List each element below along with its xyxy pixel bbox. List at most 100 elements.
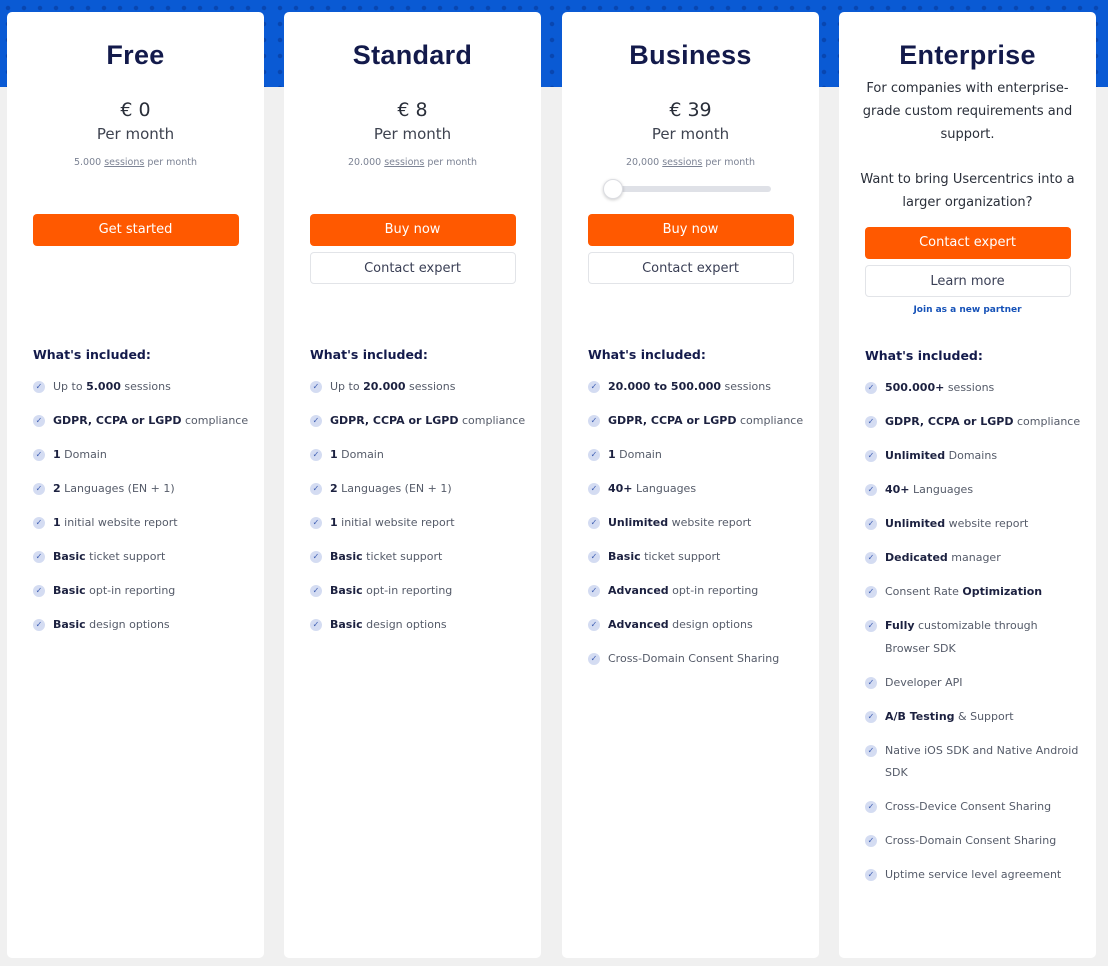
feature-text: 40+ Languages: [885, 479, 973, 502]
feature-item: ✓ 1 initial website report: [310, 512, 529, 535]
secondary-button[interactable]: Learn more: [864, 265, 1071, 297]
feature-text: Dedicated manager: [885, 547, 1001, 570]
sessions-link[interactable]: sessions: [104, 157, 144, 168]
feature-text: 1 Domain: [608, 444, 662, 467]
feature-text: Cross-Domain Consent Sharing: [885, 830, 1056, 853]
feature-item: ✓ Advanced design options: [588, 614, 807, 637]
secondary-button[interactable]: Contact expert: [587, 252, 794, 284]
feature-text: GDPR, CCPA or LGPD compliance: [330, 410, 525, 433]
check-icon: ✓: [588, 619, 600, 631]
check-icon: ✓: [588, 517, 600, 529]
sessions-link[interactable]: sessions: [384, 157, 424, 168]
feature-text: GDPR, CCPA or LGPD compliance: [885, 411, 1080, 434]
feature-segment: website report: [945, 517, 1029, 530]
feature-segment: Unlimited: [885, 449, 946, 462]
feature-segment: compliance: [458, 414, 526, 427]
features-list: What's included: ✓ 500.000+ sessions ✓ GDPR,…: [865, 348, 1084, 898]
feature-segment: Languages (EN + 1): [60, 482, 175, 495]
feature-segment: Basic: [608, 550, 641, 563]
features-heading: What's included:: [865, 348, 983, 363]
feature-segment: Advanced: [608, 584, 669, 597]
feature-item: ✓ Basic design options: [310, 614, 529, 637]
feature-item: ✓ 2 Languages (EN + 1): [33, 478, 252, 501]
check-icon: ✓: [865, 835, 877, 847]
secondary-button[interactable]: Contact expert: [309, 252, 516, 284]
primary-button[interactable]: Buy now: [309, 214, 516, 246]
feature-segment: Basic: [53, 550, 86, 563]
feature-item: ✓ 1 Domain: [588, 444, 807, 467]
feature-text: Cross-Device Consent Sharing: [885, 796, 1051, 819]
plan-card-free: Free € 0 Per month 5.000 sessions per mon…: [7, 12, 264, 958]
partner-link[interactable]: Join as a new partner: [839, 305, 1096, 315]
feature-item: ✓ 20.000 to 500.000 sessions: [588, 376, 807, 399]
feature-segment: A/B Testing: [885, 709, 955, 723]
feature-text: Native iOS SDK and Native Android SDK: [885, 740, 1084, 785]
sessions-count: 20,000: [625, 157, 660, 168]
check-icon: ✓: [865, 552, 877, 564]
plan-price: € 8: [397, 99, 428, 121]
feature-segment: Domain: [337, 448, 384, 461]
feature-item: ✓ Cross-Domain Consent Sharing: [865, 830, 1084, 853]
check-icon: ✓: [33, 551, 45, 563]
feature-item: ✓ 2 Languages (EN + 1): [310, 478, 529, 501]
feature-text: A/B Testing & Support: [885, 706, 1014, 729]
plan-card-enterprise: Enterprise For companies with enterprise-…: [839, 12, 1096, 958]
feature-segment: compliance: [1013, 415, 1081, 428]
slider-handle[interactable]: [602, 179, 623, 199]
feature-text: 1 initial website report: [330, 512, 455, 535]
check-icon: ✓: [33, 415, 45, 427]
feature-text: 40+ Languages: [608, 478, 696, 501]
feature-item: ✓ Unlimited website report: [588, 512, 807, 535]
check-icon: ✓: [588, 653, 600, 665]
sessions-suffix: per month: [147, 157, 198, 168]
features-heading: What's included:: [310, 347, 428, 362]
plan-price: € 39: [669, 99, 712, 121]
primary-button[interactable]: Buy now: [587, 214, 794, 246]
feature-segment: design options: [85, 618, 170, 631]
feature-item: ✓ GDPR, CCPA or LGPD compliance: [588, 410, 807, 433]
check-icon: ✓: [310, 619, 322, 631]
check-icon: ✓: [588, 585, 600, 597]
feature-text: Unlimited Domains: [885, 445, 997, 468]
feature-text: 1 initial website report: [53, 512, 178, 535]
feature-item: ✓ GDPR, CCPA or LGPD compliance: [33, 410, 252, 433]
feature-item: ✓ A/B Testing & Support: [865, 706, 1084, 729]
plan-description: For companies with enterprise-grade cust…: [862, 81, 1073, 142]
primary-button[interactable]: Get started: [32, 214, 239, 246]
feature-segment: 1: [608, 448, 616, 461]
primary-button[interactable]: Contact expert: [864, 227, 1071, 259]
check-icon: ✓: [865, 518, 877, 530]
feature-segment: GDPR, CCPA or LGPD: [885, 415, 1014, 428]
feature-segment: ticket support: [362, 550, 443, 563]
feature-item: ✓ Unlimited website report: [865, 513, 1084, 536]
check-icon: ✓: [865, 676, 877, 689]
feature-segment: 1: [53, 448, 61, 461]
check-icon: ✓: [865, 416, 877, 428]
feature-item: ✓ Consent Rate Optimization: [865, 581, 1084, 604]
feature-segment: Cross-Device Consent Sharing: [885, 800, 1052, 813]
features-list: What's included: ✓ Up to 5.000 sessions ✓ GD…: [33, 347, 252, 648]
feature-segment: Fully: [885, 619, 915, 632]
feature-segment: Cross-Domain Consent Sharing: [608, 652, 780, 665]
price-period: Per month: [373, 125, 452, 143]
feature-segment: Unlimited: [608, 516, 669, 529]
feature-segment: Consent Rate: [885, 585, 963, 598]
feature-segment: 500.000+: [885, 381, 945, 394]
feature-text: Unlimited website report: [608, 512, 751, 535]
feature-segment: Up to: [330, 380, 364, 393]
sessions-link[interactable]: sessions: [662, 157, 702, 168]
feature-segment: Domains: [945, 449, 998, 462]
check-icon: ✓: [588, 483, 600, 495]
feature-item: ✓ Basic ticket support: [588, 546, 807, 569]
feature-text: Advanced opt-in reporting: [608, 580, 758, 603]
feature-segment: 5.000: [86, 380, 121, 393]
check-icon: ✓: [588, 381, 600, 393]
check-icon: ✓: [310, 517, 322, 529]
feature-segment: 40+: [885, 483, 910, 496]
feature-segment: Languages (EN + 1): [337, 482, 452, 495]
sessions-count: 5.000: [73, 157, 102, 168]
feature-segment: Uptime service level agreement: [885, 868, 1062, 881]
sessions-slider[interactable]: [602, 179, 771, 199]
feature-item: ✓ GDPR, CCPA or LGPD compliance: [310, 410, 529, 433]
feature-segment: sessions: [120, 380, 171, 393]
